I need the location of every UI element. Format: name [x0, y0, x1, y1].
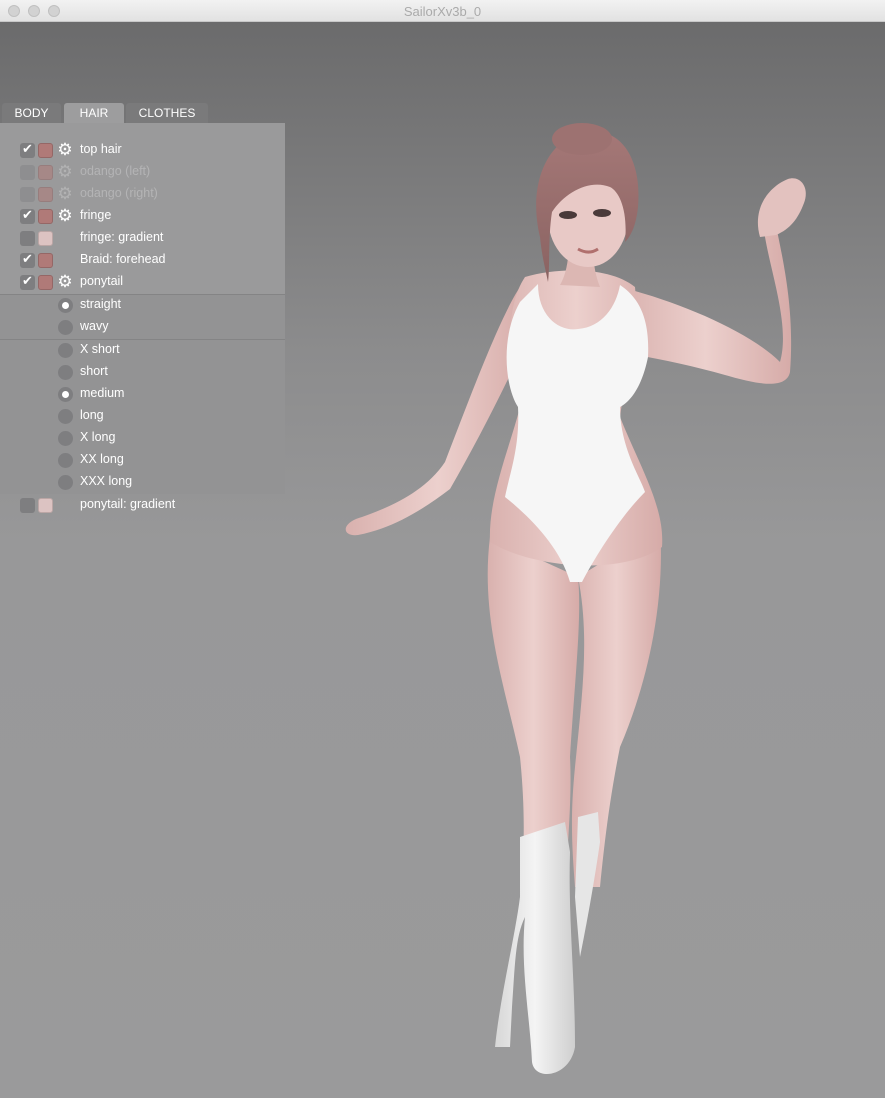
tab-body[interactable]: BODY [2, 103, 61, 123]
radio-option-medium[interactable]: medium [0, 383, 285, 405]
layer-label: fringe [80, 208, 112, 222]
radio-option-straight[interactable]: straight [0, 294, 285, 316]
radio-button[interactable] [58, 343, 73, 358]
layer-row-odango-left[interactable]: ⚙ odango (left) [0, 161, 285, 183]
radio-button[interactable] [58, 365, 73, 380]
radio-option-wavy[interactable]: wavy [0, 316, 285, 338]
layer-label: odango (right) [80, 186, 158, 200]
layer-label: Braid: forehead [80, 252, 166, 266]
layer-label: fringe: gradient [80, 230, 164, 244]
color-swatch[interactable] [38, 209, 53, 224]
radio-label: wavy [80, 319, 109, 333]
radio-label: medium [80, 386, 125, 400]
hair-bun [552, 123, 612, 155]
radio-option-x-short[interactable]: X short [0, 339, 285, 361]
layer-row-ponytail[interactable]: ✔ ⚙ ponytail [0, 271, 285, 293]
radio-selected-dot [62, 391, 69, 398]
color-swatch[interactable] [38, 498, 53, 513]
color-swatch[interactable] [38, 253, 53, 268]
layer-row-braid-forehead[interactable]: ✔ Braid: forehead [0, 249, 285, 271]
radio-option-xx-long[interactable]: XX long [0, 449, 285, 471]
layer-row-fringe[interactable]: ✔ ⚙ fringe [0, 205, 285, 227]
color-swatch[interactable] [38, 143, 53, 158]
layer-row-ponytail-gradient[interactable]: ponytail: gradient [0, 494, 285, 516]
radio-option-short[interactable]: short [0, 361, 285, 383]
radio-selected-dot [62, 302, 69, 309]
layer-label: top hair [80, 142, 122, 156]
radio-button[interactable] [58, 409, 73, 424]
layer-visibility-checkbox[interactable]: ✔ [20, 251, 35, 268]
radio-label: short [80, 364, 108, 378]
radio-option-long[interactable]: long [0, 405, 285, 427]
radio-label: straight [80, 297, 121, 311]
radio-label: XXX long [80, 474, 133, 488]
radio-button[interactable] [58, 475, 73, 490]
radio-option-x-long[interactable]: X long [0, 427, 285, 449]
layer-row-fringe-gradient[interactable]: fringe: gradient [0, 227, 285, 249]
layer-label: odango (left) [80, 164, 151, 178]
right-hand [757, 178, 806, 237]
gear-icon[interactable]: ⚙ [56, 272, 74, 291]
left-eye [559, 211, 577, 219]
layer-visibility-checkbox[interactable] [20, 187, 35, 202]
title-bar: SailorXv3b_0 [0, 0, 885, 22]
layer-visibility-checkbox[interactable] [20, 231, 35, 246]
layer-row-top-hair[interactable]: ✔ ⚙ top hair [0, 139, 285, 161]
radio-label: XX long [80, 452, 124, 466]
tab-clothes[interactable]: CLOTHES [126, 103, 208, 123]
radio-button[interactable] [58, 431, 73, 446]
radio-button[interactable] [58, 387, 73, 402]
checkmark-icon: ✔ [22, 273, 33, 288]
checkmark-icon: ✔ [22, 251, 33, 266]
layer-visibility-checkbox[interactable] [20, 165, 35, 180]
color-swatch[interactable] [38, 231, 53, 246]
layer-label: ponytail: gradient [80, 497, 176, 511]
tab-hair[interactable]: HAIR [64, 103, 124, 123]
color-swatch[interactable] [38, 275, 53, 290]
radio-button[interactable] [58, 298, 73, 313]
character-viewport: BODY HAIR CLOTHES ✔ ⚙ top hair ⚙ odango (lef… [0, 22, 885, 1098]
layer-visibility-checkbox[interactable]: ✔ [20, 273, 35, 290]
layer-visibility-checkbox[interactable] [20, 498, 35, 513]
layer-visibility-checkbox[interactable]: ✔ [20, 207, 35, 224]
gear-icon[interactable]: ⚙ [56, 184, 74, 203]
radio-label: X long [80, 430, 116, 444]
gear-icon[interactable]: ⚙ [56, 162, 74, 181]
radio-label: X short [80, 342, 120, 356]
gear-icon[interactable]: ⚙ [56, 140, 74, 159]
checkmark-icon: ✔ [22, 207, 33, 222]
hair-options-panel: ✔ ⚙ top hair ⚙ odango (left) ⚙ odango (right) ✔… [0, 123, 285, 494]
layer-label: ponytail [80, 274, 124, 288]
radio-button[interactable] [58, 320, 73, 335]
radio-label: long [80, 408, 104, 422]
layer-row-odango-right[interactable]: ⚙ odango (right) [0, 183, 285, 205]
right-eye [593, 209, 611, 217]
color-swatch[interactable] [38, 165, 53, 180]
color-swatch[interactable] [38, 187, 53, 202]
gear-icon[interactable]: ⚙ [56, 206, 74, 225]
radio-option-xxx-long[interactable]: XXX long [0, 471, 285, 493]
left-boot [495, 822, 575, 1074]
radio-button[interactable] [58, 453, 73, 468]
character-figure [345, 123, 806, 1074]
checkmark-icon: ✔ [22, 141, 33, 156]
layer-visibility-checkbox[interactable]: ✔ [20, 141, 35, 158]
window-title: SailorXv3b_0 [403, 4, 482, 19]
